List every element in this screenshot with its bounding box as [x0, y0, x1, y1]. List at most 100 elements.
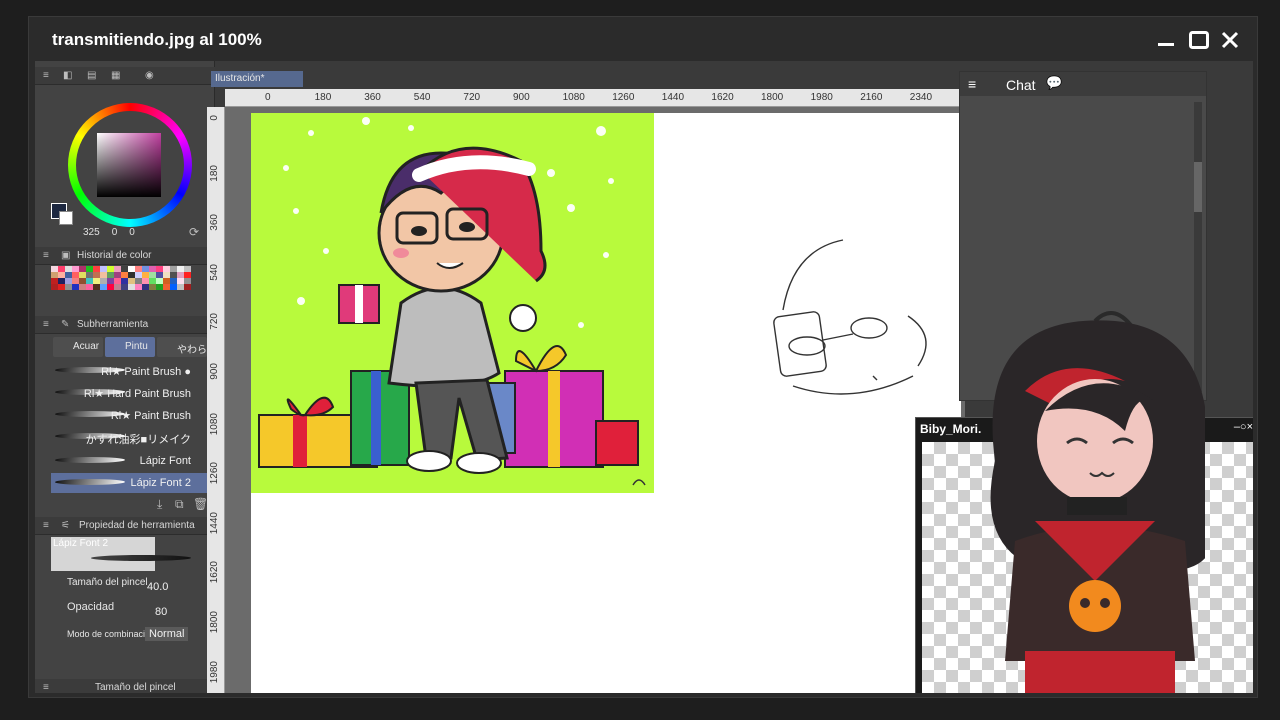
color-history-swatch[interactable] [142, 284, 149, 290]
left-panel: ≡ ◧ ▤ ▦ ◉ 325 0 0 ⟳ ≡ ▣ Historial de col… [35, 61, 215, 693]
tab-label: やわら [177, 345, 207, 356]
clip-studio-workspace: ≡ ◧ ▤ ▦ ◉ 325 0 0 ⟳ ≡ ▣ Historial de col… [35, 61, 1253, 693]
color-slider-tab-icon[interactable]: ▤ [87, 70, 96, 81]
hsv-readout: 325 0 0 [83, 227, 135, 238]
ruler-tick-label: 540 [209, 263, 220, 281]
color-history-swatch[interactable] [79, 284, 86, 290]
speech-bubble-icon: 💬 [1046, 75, 1063, 90]
color-history-swatch[interactable] [72, 284, 79, 290]
duplicate-icon[interactable]: ⧉ [175, 497, 184, 512]
download-icon[interactable]: ⤓ [157, 497, 162, 512]
sliders-icon: ⚟ [61, 520, 70, 531]
maximize-button[interactable] [1186, 27, 1212, 53]
artwork-image [251, 113, 654, 493]
color-history-swatch[interactable] [163, 284, 170, 290]
color-history-swatch[interactable] [51, 284, 58, 290]
tab-document[interactable]: Ilustración* [211, 71, 303, 87]
color-history-swatch[interactable] [58, 284, 65, 290]
vtuber-avatar [990, 311, 1205, 693]
color-history-swatch[interactable] [65, 284, 72, 290]
tool-preview: Lápiz Font 2 [51, 537, 193, 571]
subtool-tab-pintu[interactable]: Pintu [105, 337, 155, 357]
brush-item[interactable]: Rl★ Paint Brush ● [51, 361, 211, 381]
color-history-palette[interactable] [51, 266, 191, 310]
drag-handle-icon[interactable]: ≡ [43, 520, 49, 531]
blend-mode-select[interactable]: Normal [145, 627, 189, 641]
avatar-window-controls-icon[interactable]: –○× [1234, 421, 1253, 433]
color-history-swatch[interactable] [156, 284, 163, 290]
scrollbar-thumb[interactable] [1194, 162, 1202, 212]
subtool-tab-acuar[interactable]: Acuar [53, 337, 103, 357]
close-icon [1221, 31, 1239, 49]
color-history-swatch[interactable] [135, 284, 142, 290]
drag-handle-icon[interactable]: ≡ [43, 319, 49, 330]
brush-item[interactable]: Rl★ Hard Paint Brush [51, 383, 211, 403]
minimize-button[interactable] [1153, 27, 1179, 53]
ruler-tick-label: 900 [209, 363, 220, 380]
ruler-tick-label: 180 [209, 164, 220, 182]
chat-title: Chat [1006, 77, 1036, 93]
color-history-swatch[interactable] [93, 284, 100, 290]
brush-label: Lápiz Font [139, 455, 191, 467]
color-mode-icon[interactable]: ⟳ [189, 225, 199, 239]
ruler-tick-label: 180 [314, 92, 332, 103]
background-color-swatch[interactable] [59, 211, 73, 225]
ruler-tick-label: 0 [209, 115, 220, 121]
brush-label: Lápiz Font 2 [130, 477, 191, 489]
color-history-swatch[interactable] [121, 284, 128, 290]
ruler-tick-label: 1980 [209, 660, 220, 683]
brush-label: かすれ油彩■リメイク [85, 434, 191, 446]
color-history-swatch[interactable] [170, 284, 177, 290]
subtool-title: Subherramienta [77, 319, 149, 330]
saturation-value-square[interactable] [97, 133, 161, 197]
tab-label: Pintu [125, 341, 148, 352]
drag-handle-icon[interactable]: ≡ [43, 70, 49, 81]
color-history-swatch[interactable] [86, 284, 93, 290]
maximize-icon [1189, 31, 1209, 49]
color-history-swatch[interactable] [149, 284, 156, 290]
tool-stroke-preview [89, 555, 193, 561]
color-history-swatch[interactable] [177, 284, 184, 290]
tool-property-header: ≡ ⚟ Propiedad de herramienta [35, 517, 215, 535]
color-history-swatch[interactable] [107, 284, 114, 290]
opacity-value[interactable]: 80 [155, 606, 167, 618]
color-wheel-tab-icon[interactable]: ◧ [63, 70, 72, 81]
color-history-swatch[interactable] [114, 284, 121, 290]
ruler-tick-label: 1080 [562, 92, 585, 103]
subtool-tab-yawara[interactable]: やわら [157, 337, 207, 357]
brush-size-label: Tamaño del pincel [67, 577, 148, 588]
brush-item-selected[interactable]: Lápiz Font 2 [51, 473, 211, 493]
color-set-tab-icon[interactable]: ▦ [111, 70, 120, 81]
ruler-tick-label: 1440 [661, 92, 685, 103]
ruler-tick-label: 1620 [209, 561, 220, 584]
title-bar[interactable]: transmitiendo.jpg al 100% [29, 17, 1257, 61]
record-icon[interactable]: ◉ [145, 70, 154, 81]
color-history-swatch[interactable] [184, 284, 191, 290]
brush-item[interactable]: かすれ油彩■リメイク [51, 427, 211, 447]
brush-stroke-preview [53, 479, 127, 485]
brush-size-value[interactable]: 40.0 [147, 581, 168, 593]
vertical-ruler: 0 180 360 540 720 900 1080 1260 1440 1620 1800 1980 [207, 107, 225, 693]
color-history-header: ≡ ▣ Historial de color [35, 247, 215, 265]
trash-icon[interactable]: 🗑 [193, 497, 208, 511]
brush-label: Rl★ Paint Brush ● [101, 366, 191, 378]
ruler-tick-label: 360 [209, 214, 220, 231]
menu-icon[interactable]: ≡ [968, 76, 976, 92]
brush-item[interactable]: Rl★ Paint Brush [51, 405, 211, 425]
color-history-swatch[interactable] [128, 284, 135, 290]
close-button[interactable] [1217, 27, 1243, 53]
ruler-tick-label: 360 [364, 92, 381, 103]
color-history-swatch[interactable] [100, 284, 107, 290]
minimize-icon [1158, 43, 1174, 46]
ruler-tick-label: 1440 [209, 511, 220, 535]
opacity-label: Opacidad [67, 601, 115, 613]
drag-handle-icon[interactable]: ≡ [43, 682, 49, 693]
color-history-title: Historial de color [77, 250, 152, 261]
brush-label: Rl★ Hard Paint Brush [83, 388, 191, 400]
ruler-tick-label: 540 [413, 92, 431, 103]
saturation-value: 0 [111, 227, 118, 238]
screen: transmitiendo.jpg al 100% ≡ ◧ ▤ ▦ ◉ 325 … [0, 0, 1280, 720]
brush-item[interactable]: Lápiz Font [51, 451, 211, 471]
drag-handle-icon[interactable]: ≡ [43, 250, 49, 261]
tool-property-title: Propiedad de herramienta [79, 520, 195, 531]
